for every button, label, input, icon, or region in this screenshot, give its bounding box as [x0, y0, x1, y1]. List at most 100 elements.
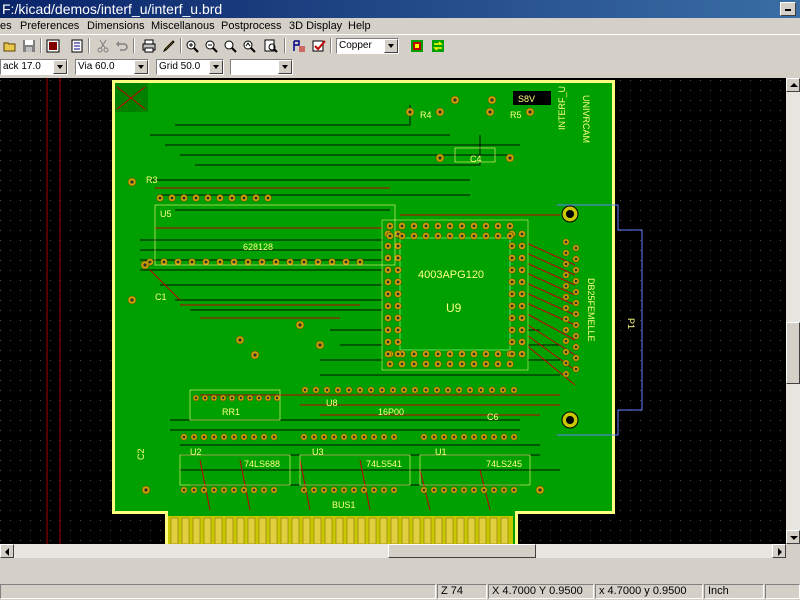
- pcb-pad-hole: [182, 488, 186, 492]
- pcb-pad-hole: [424, 234, 428, 238]
- track-width-select[interactable]: ack 17.0: [0, 59, 68, 75]
- scroll-right-button[interactable]: [772, 544, 786, 558]
- menu-item-preferences[interactable]: Preferences: [20, 18, 79, 34]
- horizontal-scrollbar[interactable]: [0, 544, 786, 558]
- pcb-pad-hole: [230, 196, 234, 200]
- zoom-page-icon[interactable]: [262, 37, 280, 54]
- vertical-scroll-thumb[interactable]: [786, 322, 800, 384]
- chevron-down-icon[interactable]: [53, 60, 67, 74]
- grid-select[interactable]: Grid 50.0: [156, 59, 224, 75]
- zoom-fit-icon[interactable]: [221, 37, 239, 54]
- chevron-down-icon[interactable]: [278, 60, 292, 74]
- pcb-pad-hole: [386, 256, 390, 260]
- pcb-pad-hole: [222, 488, 226, 492]
- pcb-pad-hole: [254, 196, 258, 200]
- arrow-right-icon: [778, 548, 782, 556]
- select-layer-icon[interactable]: [408, 37, 426, 54]
- horizontal-scroll-thumb[interactable]: [388, 544, 536, 558]
- board-label-p1: P1: [626, 318, 636, 329]
- pcb-canvas[interactable]: S8V R4 R5 C4 R3 U5 628128 C1 4003APG120 …: [0, 78, 786, 544]
- menu-item-miscellanous[interactable]: Miscellanous: [151, 18, 215, 34]
- edge-connector-finger: [181, 517, 190, 544]
- pcb-pad-hole: [472, 435, 476, 439]
- open-folder-icon[interactable]: [1, 37, 19, 54]
- pcb-pad-hole: [460, 362, 464, 366]
- menu-item-3d-display[interactable]: 3D Display: [289, 18, 342, 34]
- net-highlight-icon[interactable]: [290, 37, 308, 54]
- pcb-pad-hole: [238, 338, 242, 342]
- pcb-pad-hole: [176, 260, 180, 264]
- pcb-pad-hole: [388, 224, 392, 228]
- pcb-pad-hole: [412, 224, 416, 228]
- minimize-icon: [785, 9, 791, 11]
- menu-item-postprocess[interactable]: Postprocess: [221, 18, 282, 34]
- window-title: F:/kicad/demos/interf_u/interf_u.brd: [2, 1, 223, 17]
- board-label-r4: R4: [420, 110, 432, 120]
- pcb-pad-hole: [574, 345, 578, 349]
- chevron-down-icon[interactable]: [209, 60, 223, 74]
- chevron-down-icon[interactable]: [134, 60, 148, 74]
- pcb-pad-hole: [520, 256, 524, 260]
- undo-icon[interactable]: [113, 37, 131, 54]
- pcb-pad-hole: [396, 268, 400, 272]
- print-icon[interactable]: [140, 37, 158, 54]
- pcb-pad-hole: [452, 488, 456, 492]
- drc-check-icon[interactable]: [310, 37, 328, 54]
- minimize-button[interactable]: [780, 2, 796, 16]
- scroll-up-button[interactable]: [786, 78, 800, 92]
- pcb-pad-hole: [266, 196, 270, 200]
- via-size-select[interactable]: Via 60.0: [75, 59, 149, 75]
- pcb-pad-hole: [396, 244, 400, 248]
- pcb-pad-hole: [372, 488, 376, 492]
- menu-item-tools[interactable]: es: [0, 18, 12, 34]
- pcb-pad-hole: [182, 196, 186, 200]
- board-icon[interactable]: [44, 37, 62, 54]
- edge-connector-finger: [236, 517, 245, 544]
- layers-icon[interactable]: [68, 37, 86, 54]
- switch-layer-icon[interactable]: [429, 37, 447, 54]
- zoom-out-icon[interactable]: [202, 37, 220, 54]
- cut-icon[interactable]: [94, 37, 112, 54]
- pcb-pad-hole: [508, 234, 512, 238]
- pcb-pad-hole: [392, 488, 396, 492]
- zoom-redraw-icon[interactable]: [240, 37, 258, 54]
- pcb-pad-hole: [496, 224, 500, 228]
- vertical-scrollbar[interactable]: [786, 78, 800, 544]
- pcb-pad-hole: [448, 234, 452, 238]
- pcb-pad-hole: [564, 295, 568, 299]
- pcb-pad-hole: [358, 388, 362, 392]
- pcb-pad-hole: [362, 435, 366, 439]
- pcb-pad-hole: [482, 488, 486, 492]
- pcb-pad-hole: [574, 268, 578, 272]
- status-message-field: [0, 584, 436, 599]
- scroll-down-button[interactable]: [786, 530, 800, 544]
- scroll-left-button[interactable]: [0, 544, 14, 558]
- zoom-select[interactable]: [230, 59, 293, 75]
- pcb-pad-hole: [386, 316, 390, 320]
- pcb-pad-hole: [402, 388, 406, 392]
- pcb-pad-hole: [432, 488, 436, 492]
- pcb-board-drawing[interactable]: S8V R4 R5 C4 R3 U5 628128 C1 4003APG120 …: [0, 78, 786, 544]
- pcb-pad-hole: [232, 488, 236, 492]
- pcb-pad-hole: [212, 396, 216, 400]
- pcb-pad-hole: [272, 488, 276, 492]
- arrow-up-icon: [790, 83, 798, 87]
- pcb-pad-hole: [448, 352, 452, 356]
- chevron-down-icon[interactable]: [384, 39, 398, 53]
- pcb-pad-hole: [484, 352, 488, 356]
- save-icon[interactable]: [20, 37, 38, 54]
- pcb-pad-hole: [344, 260, 348, 264]
- pcb-pad-hole: [436, 362, 440, 366]
- zoom-in-icon[interactable]: [183, 37, 201, 54]
- menu-item-help[interactable]: Help: [348, 18, 371, 34]
- pcb-pad-hole: [312, 435, 316, 439]
- pencil-icon[interactable]: [160, 37, 178, 54]
- pcb-pad-hole: [392, 435, 396, 439]
- pcb-pad-hole: [362, 488, 366, 492]
- pcb-pad-hole: [396, 304, 400, 308]
- status-extra-field: [765, 584, 800, 599]
- pcb-pad-hole: [564, 284, 568, 288]
- layer-select[interactable]: Copper: [336, 38, 399, 54]
- menu-item-dimensions[interactable]: Dimensions: [87, 18, 144, 34]
- pcb-pad-hole: [438, 110, 442, 114]
